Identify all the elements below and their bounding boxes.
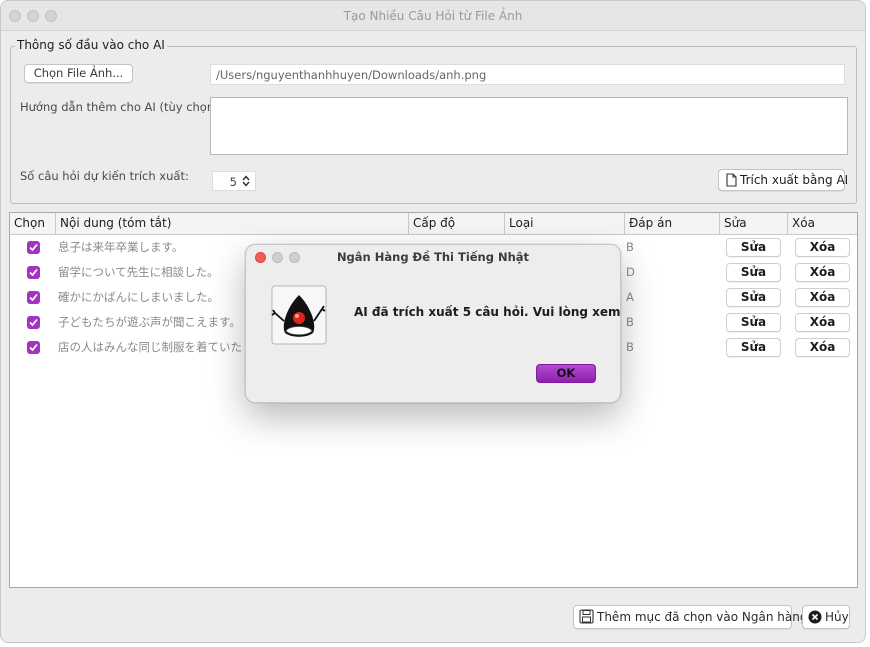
dialog-message: AI đã trích xuất 5 câu hỏi. Vui lòng xem…: [354, 305, 621, 319]
message-dialog: Ngân Hàng Đề Thi Tiếng Nhật AI đã trích …: [245, 244, 621, 403]
question-count-label: Số câu hỏi dự kiến trích xuất:: [20, 169, 189, 183]
edit-button[interactable]: Sửa: [726, 263, 781, 282]
edit-button[interactable]: Sửa: [726, 313, 781, 332]
column-header-edit[interactable]: Sửa: [720, 213, 788, 234]
extract-ai-button[interactable]: Trích xuất bằng AI: [718, 169, 849, 193]
row-checkbox[interactable]: [27, 266, 40, 279]
dialog-ok-button[interactable]: OK: [536, 364, 596, 383]
question-count-value: 5: [229, 175, 237, 189]
row-checkbox[interactable]: [27, 241, 40, 254]
java-duke-icon: [271, 285, 327, 348]
row-checkbox[interactable]: [27, 341, 40, 354]
table-header: Chọn Nội dung (tóm tắt) Cấp độ Loại Đáp …: [10, 213, 857, 235]
title-bar: Tạo Nhiều Câu Hỏi từ File Ảnh: [1, 1, 865, 31]
checkmark-icon: [29, 268, 38, 277]
stepper-icon[interactable]: [241, 174, 251, 191]
cancel-label: Hủy: [825, 610, 849, 624]
save-icon: [579, 609, 594, 631]
row-answer: B: [626, 315, 634, 329]
edit-button[interactable]: Sửa: [726, 338, 781, 357]
document-icon: [726, 173, 737, 193]
row-checkbox[interactable]: [27, 291, 40, 304]
question-count-spinner[interactable]: 5: [212, 171, 256, 191]
delete-button[interactable]: Xóa: [795, 288, 850, 307]
window-title: Tạo Nhiều Câu Hỏi từ File Ảnh: [343, 9, 523, 23]
row-answer: B: [626, 240, 634, 254]
input-group-legend: Thông số đầu vào cho AI: [15, 38, 167, 52]
checkmark-icon: [29, 293, 38, 302]
row-answer: A: [626, 290, 634, 304]
column-header-level[interactable]: Cấp độ: [409, 213, 505, 234]
cancel-button[interactable]: Hủy: [802, 605, 850, 629]
row-answer: B: [626, 340, 634, 354]
checkmark-icon: [29, 343, 38, 352]
row-checkbox[interactable]: [27, 316, 40, 329]
file-path-field[interactable]: /Users/nguyenthanhhuyen/Downloads/anh.pn…: [210, 64, 845, 85]
delete-button[interactable]: Xóa: [795, 263, 850, 282]
row-content: 子どもたちが遊ぶ声が聞こえます。: [58, 315, 241, 329]
row-content: 確かにかばんにしまいました。: [58, 290, 219, 304]
instructions-textarea[interactable]: [210, 97, 848, 155]
add-to-bank-button[interactable]: Thêm mục đã chọn vào Ngân hàng: [573, 605, 807, 631]
add-to-bank-label: Thêm mục đã chọn vào Ngân hàng: [597, 610, 808, 624]
column-header-select[interactable]: Chọn: [10, 213, 56, 234]
column-header-content[interactable]: Nội dung (tóm tắt): [56, 213, 409, 234]
row-answer: D: [626, 265, 635, 279]
instructions-label: Hướng dẫn thêm cho AI (tùy chọn):: [20, 100, 223, 114]
edit-button[interactable]: Sửa: [726, 288, 781, 307]
delete-button[interactable]: Xóa: [795, 313, 850, 332]
choose-file-button[interactable]: Chọn File Ảnh...: [24, 64, 133, 83]
close-circle-icon: [808, 609, 822, 631]
extract-ai-label: Trích xuất bằng AI: [740, 173, 849, 187]
row-content: 息子は来年卒業します。: [58, 240, 184, 254]
delete-button[interactable]: Xóa: [795, 338, 850, 357]
dialog-title: Ngân Hàng Đề Thi Tiếng Nhật: [336, 250, 530, 264]
row-content: 留学について先生に相談した。: [58, 265, 219, 279]
edit-button[interactable]: Sửa: [726, 238, 781, 257]
column-header-type[interactable]: Loại: [505, 213, 625, 234]
delete-button[interactable]: Xóa: [795, 238, 850, 257]
row-content: 店の人はみんな同じ制服を着ていた: [58, 340, 242, 354]
column-header-answer[interactable]: Đáp án: [625, 213, 720, 234]
dialog-title-bar: Ngân Hàng Đề Thi Tiếng Nhật: [246, 245, 620, 269]
column-header-delete[interactable]: Xóa: [788, 213, 857, 234]
checkmark-icon: [29, 243, 38, 252]
checkmark-icon: [29, 318, 38, 327]
